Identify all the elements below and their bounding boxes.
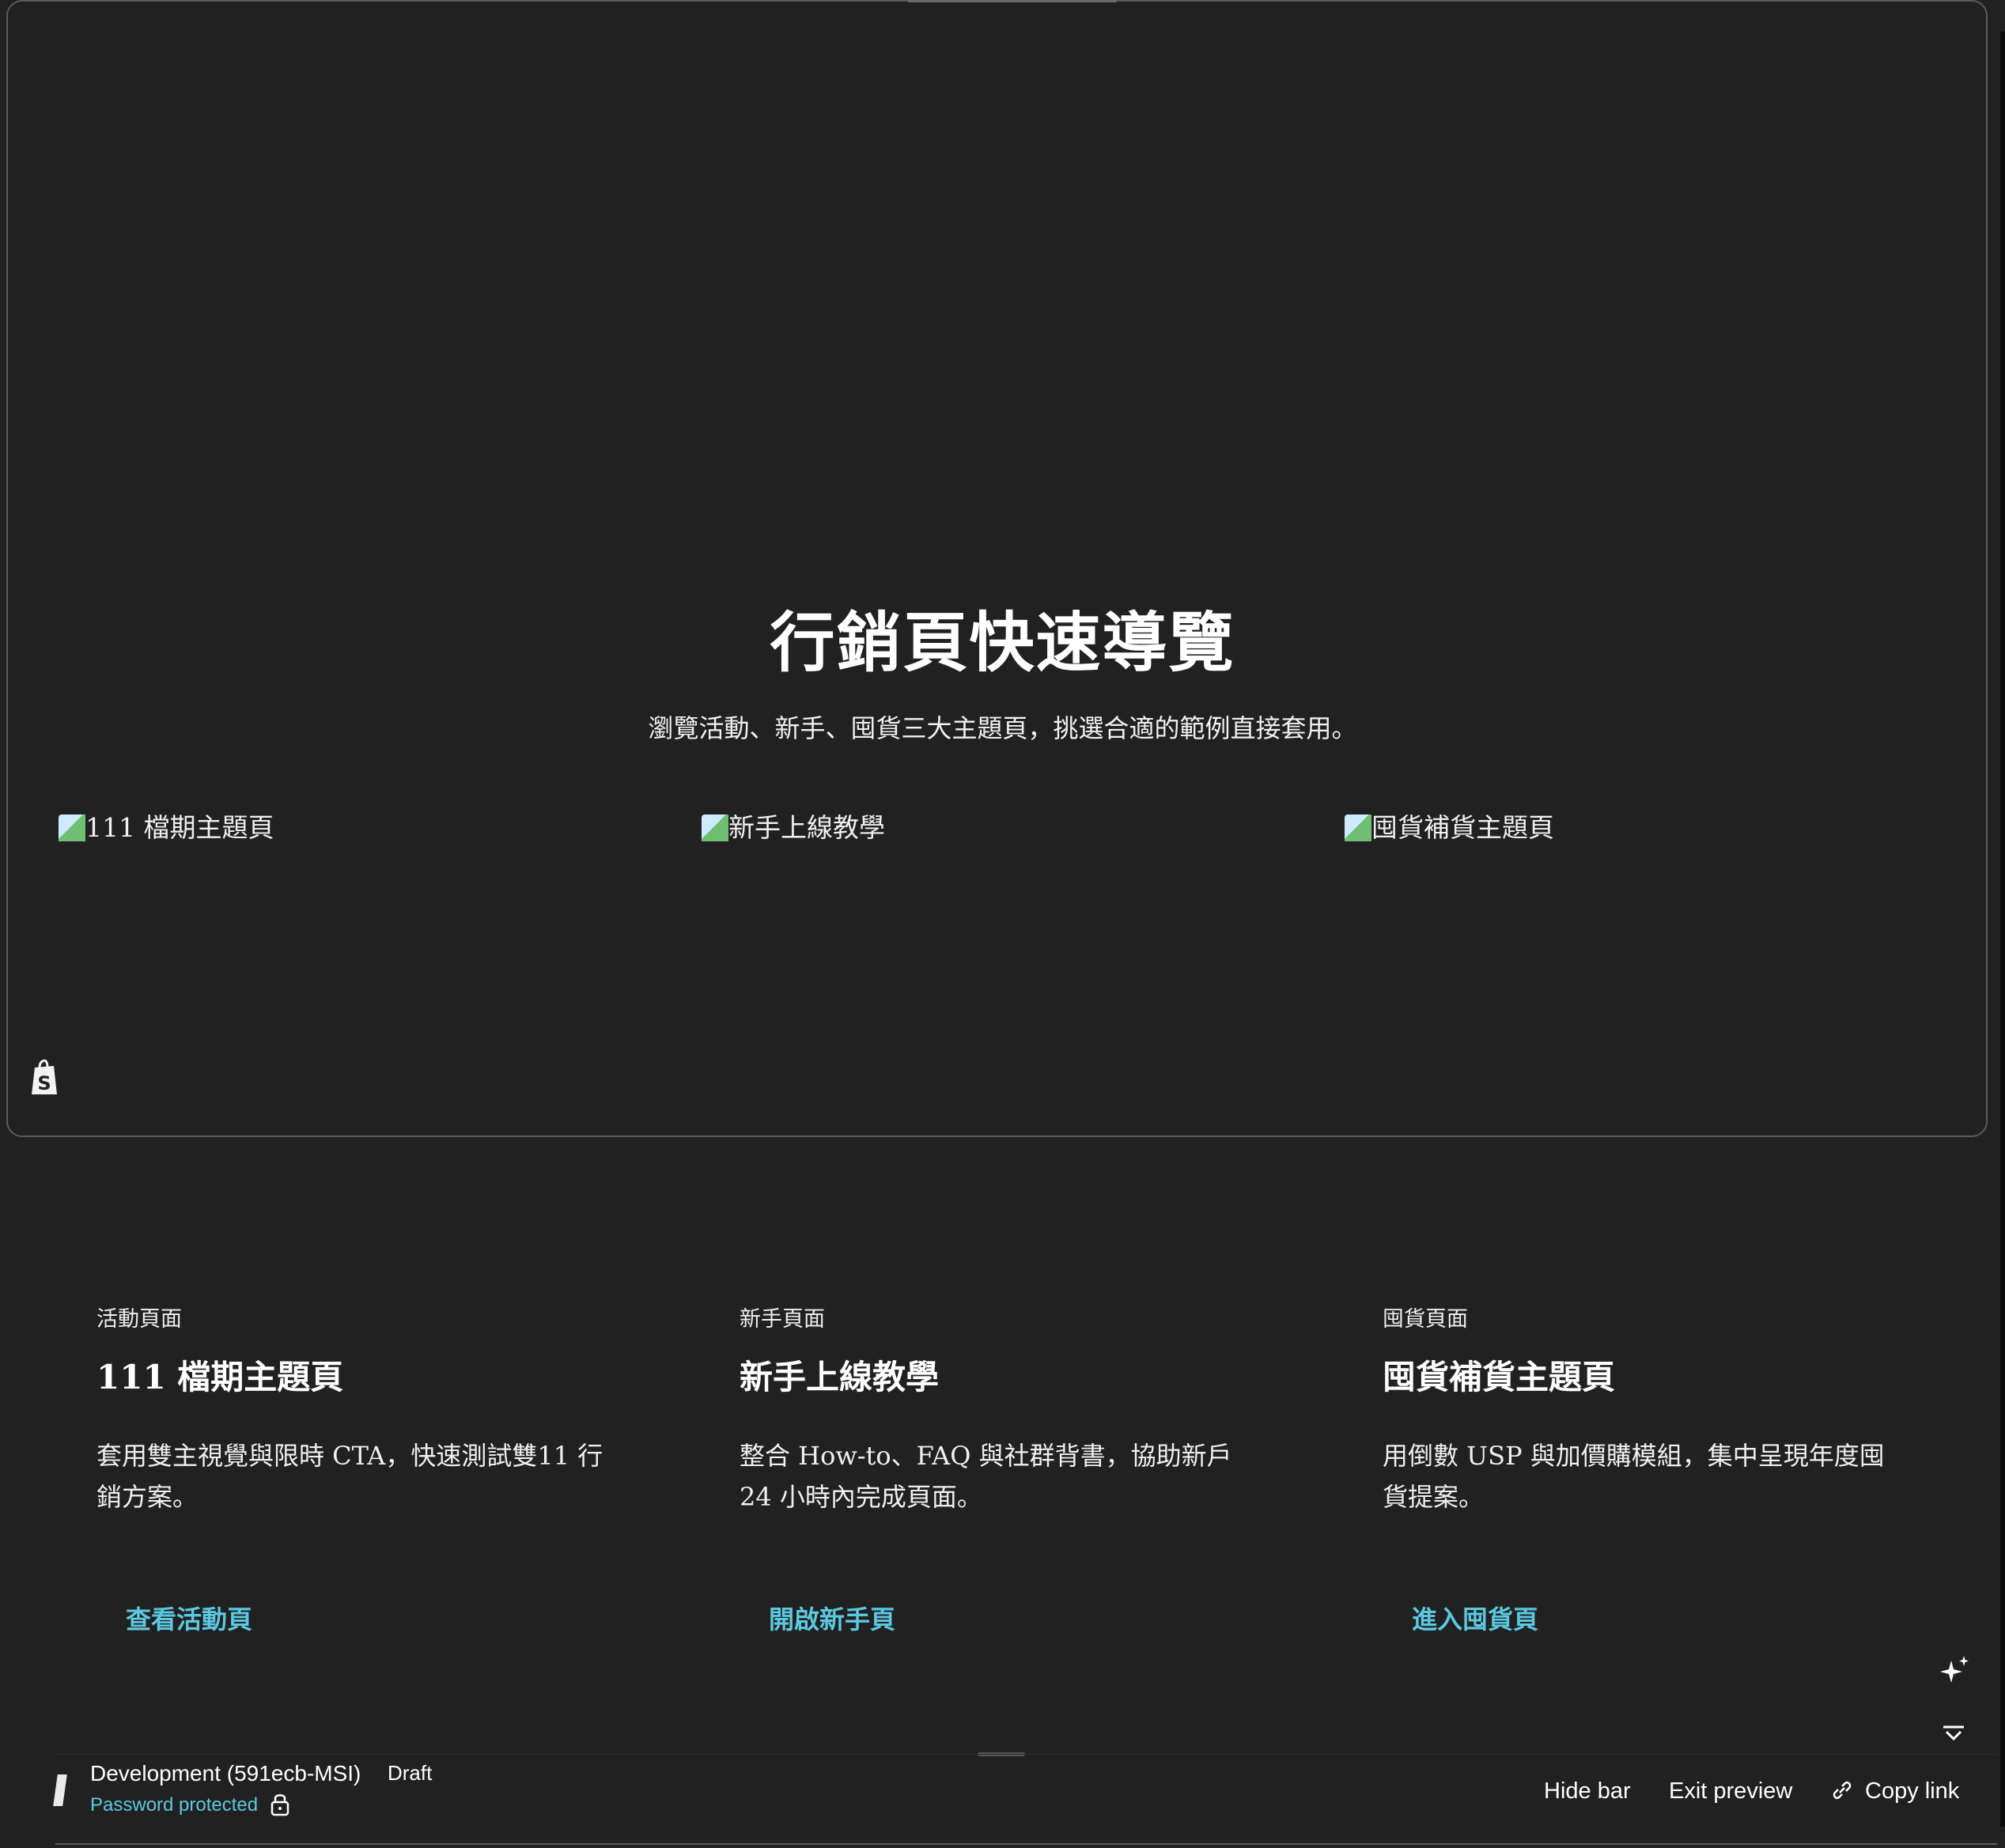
card-image: 囤貨補貨主題頁 [1345, 807, 1930, 1241]
open-onboarding-link[interactable]: 開啟新手頁 [769, 1600, 895, 1636]
broken-image-icon [1345, 814, 1371, 841]
hide-bar-button[interactable]: Hide bar [1544, 1778, 1631, 1805]
shopify-logo-mark [53, 1774, 67, 1806]
card-onboarding: 新手上線教學 新手頁面 新手上線教學 整合 How-to、FAQ 與社群背書，協… [702, 807, 1287, 1645]
card-description: 套用雙主視覺與限時 CTA，快速測試雙11 行銷方案。 [96, 1441, 603, 1512]
lock-icon [270, 1794, 289, 1816]
card-title: 囤貨補貨主題頁 [1383, 1358, 1616, 1396]
preview-bar: Development (591ecb-MSI) Draft Password … [53, 1754, 1997, 1845]
card-image: 111 檔期主題頁 [59, 807, 644, 1241]
card-category: 新手頁面 [740, 1307, 825, 1332]
card-image: 新手上線教學 [702, 807, 1287, 1241]
store-name: Development (591ecb-MSI) [90, 1761, 361, 1786]
card-description: 整合 How-to、FAQ 與社群背書，協助新戶 24 小時內完成頁面。 [740, 1441, 1232, 1512]
password-status[interactable]: Password protected [90, 1794, 258, 1816]
enter-stockup-link[interactable]: 進入囤貨頁 [1412, 1600, 1538, 1636]
card-title: 新手上線教學 [740, 1358, 940, 1396]
card-stockup: 囤貨補貨主題頁 囤貨頁面 囤貨補貨主題頁 用倒數 USP 與加價購模組，集中呈現… [1345, 807, 1930, 1645]
frame-top-notch [908, 0, 1117, 2]
link-icon[interactable] [1829, 1777, 1856, 1804]
scrollbar-track[interactable] [2000, 32, 2005, 1827]
view-campaign-link[interactable]: 查看活動頁 [126, 1600, 252, 1636]
card-campaign: 111 檔期主題頁 活動頁面 111 檔期主題頁 套用雙主視覺與限時 CTA，快… [59, 807, 644, 1645]
card-category: 活動頁面 [96, 1307, 182, 1332]
sparkle-icon[interactable] [1937, 1654, 1972, 1689]
copy-link-button[interactable]: Copy link [1865, 1778, 1959, 1805]
page-title: 行銷頁快速導覽 [770, 606, 1235, 681]
svg-text:S: S [37, 1072, 51, 1094]
shopify-bag-icon[interactable]: S [30, 1058, 59, 1096]
collapse-icon[interactable] [1940, 1722, 1967, 1743]
page-subtitle: 瀏覽活動、新手、囤貨三大主題頁，挑選合適的範例直接套用。 [648, 713, 1357, 743]
card-description: 用倒數 USP 與加價購模組，集中呈現年度囤貨提案。 [1383, 1441, 1885, 1512]
card-image-alt: 囤貨補貨主題頁 [1371, 812, 1554, 843]
status-badge: Draft [388, 1761, 433, 1785]
card-title: 111 檔期主題頁 [96, 1358, 344, 1396]
card-image-alt: 新手上線教學 [728, 812, 885, 843]
exit-preview-button[interactable]: Exit preview [1669, 1778, 1792, 1805]
broken-image-icon [702, 814, 728, 841]
broken-image-icon [59, 814, 85, 841]
card-category: 囤貨頁面 [1383, 1307, 1468, 1332]
card-image-alt: 111 檔期主題頁 [85, 812, 274, 843]
